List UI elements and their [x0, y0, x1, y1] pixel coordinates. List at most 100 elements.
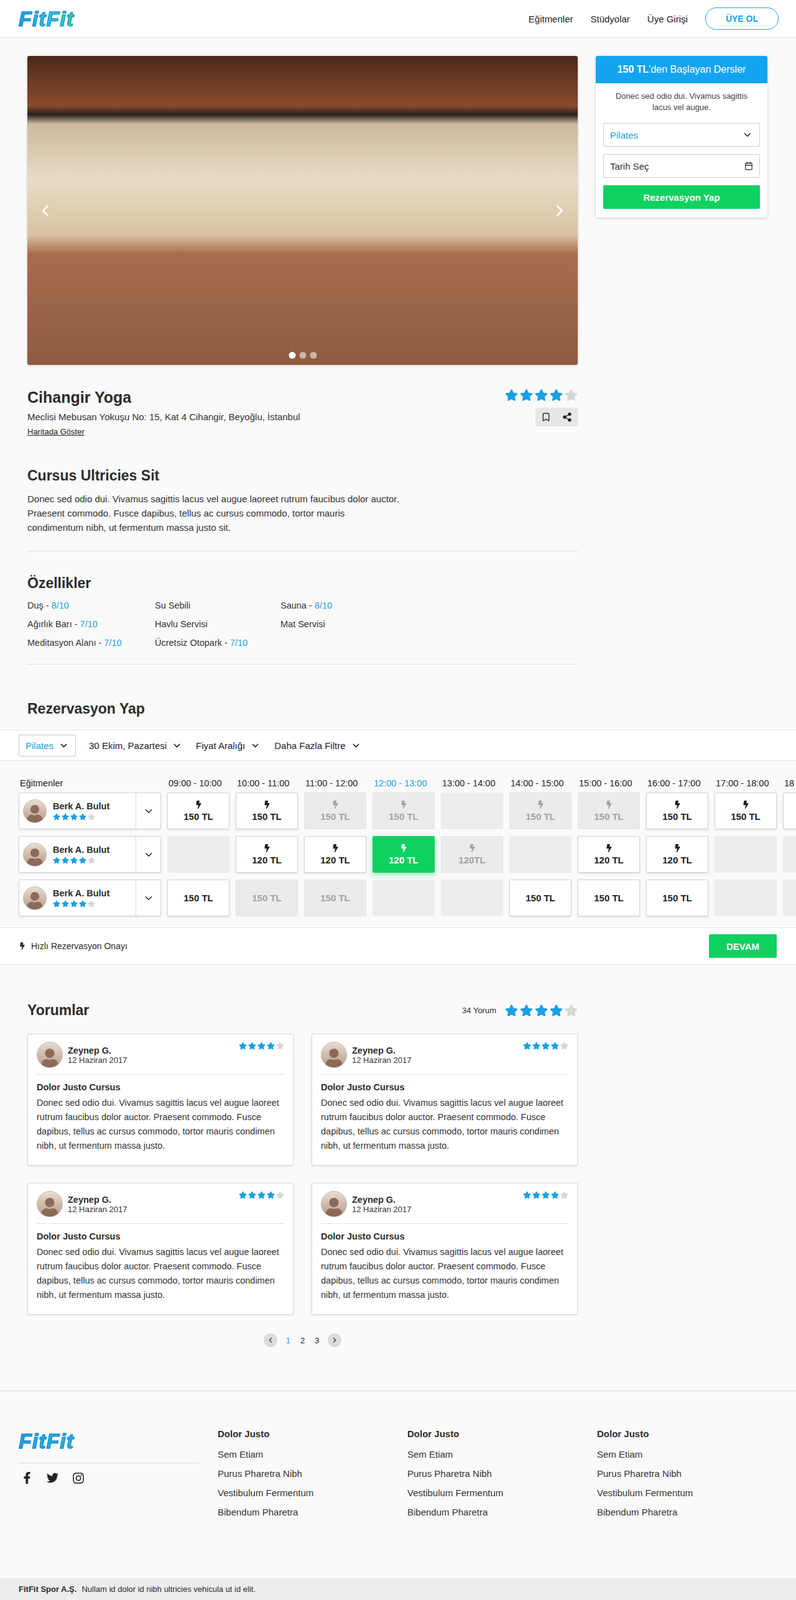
bolt-icon [18, 942, 27, 951]
logo[interactable]: FitFit [18, 6, 78, 32]
time-slot[interactable]: 150 TL [167, 792, 230, 830]
filter-dropdown[interactable]: 30 Ekim, Pazartesi [88, 735, 183, 757]
trainer-cell: Berk A. Bulut [18, 879, 162, 917]
nav-link[interactable]: Eğitmenler [528, 13, 574, 25]
trainer-name: Berk A. Bulut [52, 845, 110, 856]
footer-link[interactable]: Vestibulum Fermentum [597, 1488, 787, 1499]
footer-logo[interactable]: FitFit [18, 1429, 199, 1455]
time-slot[interactable]: 120 TL [646, 836, 709, 874]
trainer-info[interactable]: Berk A. Bulut [19, 843, 136, 867]
date-field[interactable]: Tarih Seç [603, 154, 760, 178]
reviewer-name: Zeynep G. [67, 1195, 127, 1206]
time-label: 10:00 - 11:00 [235, 778, 298, 789]
next-button[interactable] [546, 200, 573, 221]
review-header: Zeynep G.12 Haziran 2017 [320, 1042, 569, 1076]
carousel-dot[interactable] [299, 351, 306, 359]
booking-card: 150 TL'den Başlayan DerslerDonec sed odi… [595, 55, 768, 218]
time-slot[interactable] [782, 792, 796, 830]
time-slot[interactable]: 150 TL [646, 792, 709, 830]
star-icon [266, 1042, 275, 1051]
slot-price: 150 TL [320, 811, 351, 823]
footer-link[interactable]: Bibendum Pharetra [217, 1507, 408, 1518]
expand-button[interactable] [135, 837, 161, 873]
signup-button[interactable]: ÜYE OL [705, 7, 779, 30]
share-button[interactable] [556, 407, 578, 427]
time-label: 09:00 - 10:00 [167, 778, 230, 789]
schedule: Eğitmenler09:00 - 10:0010:00 - 11:0011:0… [0, 761, 796, 928]
time-slot[interactable]: 150 TL [167, 879, 230, 917]
slot-price: 120 TL [388, 855, 419, 866]
star-rating [504, 1004, 578, 1018]
twitter-icon[interactable] [46, 1472, 59, 1485]
star-icon [549, 1004, 563, 1018]
footer-link[interactable]: Purus Pharetra Nibh [217, 1468, 408, 1480]
footer-link[interactable]: Bibendum Pharetra [407, 1507, 597, 1518]
trainer-info[interactable]: Berk A. Bulut [19, 799, 136, 824]
time-slot: 150 TL [304, 792, 367, 830]
nav-link[interactable]: Stüdyolar [590, 13, 630, 25]
trainer-info[interactable]: Berk A. Bulut [19, 886, 136, 911]
time-slot[interactable]: 150 TL [577, 879, 640, 917]
carousel-dot[interactable] [288, 351, 296, 359]
class-select[interactable]: Pilates [603, 123, 760, 147]
reserve-button[interactable]: Rezervasyon Yap [603, 185, 760, 209]
bolt-icon [399, 844, 408, 853]
review-user: Zeynep G.12 Haziran 2017 [36, 1042, 127, 1069]
continue-button[interactable]: DEVAM [708, 934, 777, 959]
next-page-button[interactable] [327, 1333, 342, 1348]
bolt-icon [605, 844, 614, 853]
filter-dropdown[interactable]: Fiyat Aralığı [195, 735, 262, 757]
facebook-icon[interactable] [21, 1472, 33, 1485]
page-number[interactable]: 3 [313, 1336, 321, 1346]
footer-link[interactable]: Purus Pharetra Nibh [597, 1468, 787, 1480]
footer-link[interactable]: Sem Etiam [597, 1449, 787, 1461]
time-slot[interactable]: 120 TL [372, 836, 435, 874]
prev-button[interactable] [32, 200, 59, 221]
review-header: Zeynep G.12 Haziran 2017 [36, 1042, 285, 1076]
expand-button[interactable] [135, 880, 161, 917]
time-slot[interactable]: 150 TL [235, 792, 298, 830]
time-slot[interactable]: 120 TL [577, 836, 640, 874]
expand-button[interactable] [135, 793, 161, 829]
time-slot[interactable]: 150 TL [714, 792, 777, 830]
nav-link[interactable]: Üye Girişi [647, 13, 688, 25]
footer-link[interactable]: Purus Pharetra Nibh [407, 1468, 597, 1480]
map-link[interactable]: Haritada Göster [27, 427, 301, 437]
time-slot[interactable]: 120 TL [304, 836, 367, 874]
feature-score: 8/10 [314, 600, 333, 611]
bookmark-button[interactable] [535, 407, 557, 427]
footer-title: Dolor Justo [597, 1429, 787, 1440]
bolt-icon [468, 844, 477, 853]
page-number[interactable]: 2 [299, 1336, 306, 1346]
carousel-dot[interactable] [309, 351, 317, 359]
bolt-icon [194, 800, 203, 810]
prev-page-button[interactable] [263, 1333, 278, 1348]
slot-price: 150 TL [388, 811, 419, 823]
footer-link[interactable]: Sem Etiam [407, 1449, 597, 1461]
chevron-right-icon [550, 201, 570, 221]
slot-price: 150 TL [662, 893, 693, 904]
star-icon [522, 1042, 532, 1051]
time-slot[interactable]: 120 TL [235, 836, 298, 874]
time-slot[interactable]: 150 TL [646, 879, 709, 917]
slot-price: 120 TL [662, 855, 693, 866]
time-label: 14:00 - 15:00 [509, 778, 572, 789]
page-number[interactable]: 1 [284, 1336, 292, 1346]
star-icon [564, 388, 578, 402]
star-icon [549, 388, 563, 402]
star-rating [504, 388, 578, 402]
star-icon [61, 900, 70, 908]
time-slot[interactable]: 150 TL [509, 879, 572, 917]
time-slot [509, 836, 572, 874]
footer-link[interactable]: Vestibulum Fermentum [407, 1488, 597, 1499]
filter-dropdown[interactable]: Daha Fazla Filtre [273, 735, 362, 757]
instagram-icon[interactable] [72, 1472, 85, 1486]
footer-link[interactable]: Bibendum Pharetra [597, 1507, 787, 1518]
chevron-left-icon [266, 1336, 275, 1346]
review-header: Zeynep G.12 Haziran 2017 [36, 1191, 285, 1225]
filter-dropdown[interactable]: Pilates [18, 735, 76, 757]
footer-link[interactable]: Sem Etiam [217, 1449, 408, 1461]
footer-link[interactable]: Vestibulum Fermentum [217, 1488, 408, 1499]
star-icon [564, 1004, 578, 1018]
slot-price: 120 TL [320, 855, 351, 866]
